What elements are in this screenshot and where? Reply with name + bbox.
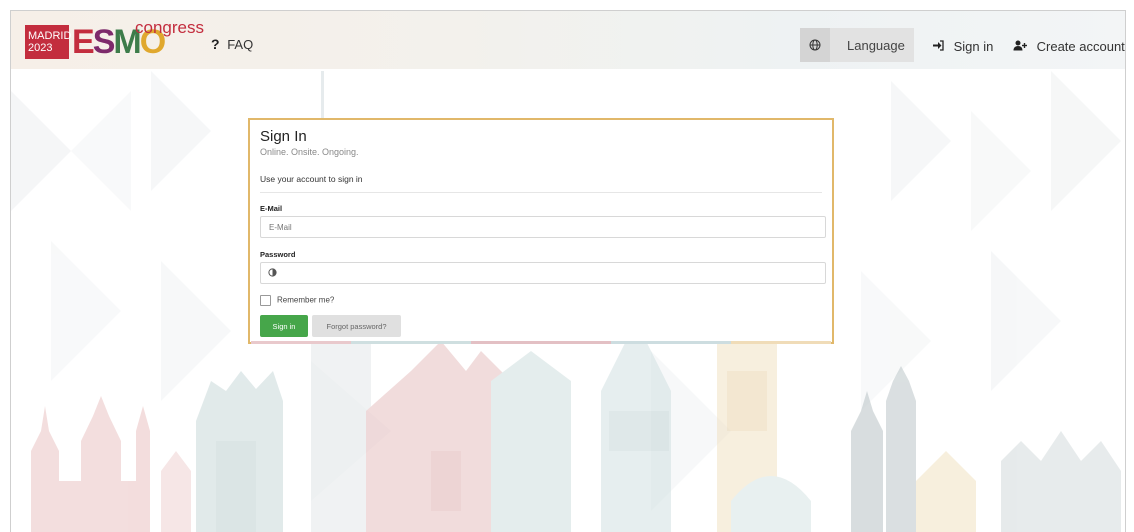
logo-letter: S (92, 23, 116, 61)
page-frame: MADRID 2023 ESMO congress ? FAQ Language (10, 10, 1126, 532)
sign-in-hint: Use your account to sign in (260, 174, 363, 184)
faq-label: FAQ (227, 37, 254, 52)
sign-in-subtitle: Online. Onsite. Ongoing. (260, 147, 359, 157)
remember-me-label: Remember me? (277, 295, 335, 305)
email-label: E-Mail (260, 204, 283, 213)
logo-city: MADRID (28, 30, 72, 42)
logo-city-badge: MADRID 2023 (25, 25, 72, 59)
logo-letter: E (72, 23, 95, 61)
sign-in-title: Sign In (260, 128, 307, 145)
divider (260, 192, 822, 193)
faq-link[interactable]: ? FAQ (211, 36, 253, 52)
email-field[interactable] (260, 216, 826, 238)
password-field[interactable] (260, 262, 826, 284)
card-accent-strip (251, 341, 831, 344)
globe-icon (800, 28, 830, 62)
user-plus-icon (1013, 40, 1027, 54)
question-mark-icon: ? (211, 36, 220, 52)
password-label: Password (260, 250, 296, 259)
forgot-password-button[interactable]: Forgot password? (312, 315, 401, 337)
esmo-congress-logo[interactable]: MADRID 2023 ESMO congress (25, 18, 205, 61)
create-account-label: Create account (1036, 39, 1125, 54)
logo-suffix: congress (135, 18, 204, 37)
sign-in-arrow-icon (932, 40, 944, 54)
header-sign-in-link[interactable]: Sign in (932, 39, 993, 54)
logo-year: 2023 (28, 42, 53, 54)
sign-in-button[interactable]: Sign in (260, 315, 308, 337)
remember-me-checkbox[interactable] (260, 295, 271, 306)
language-selector[interactable]: Language (800, 28, 914, 62)
top-navigation-bar: MADRID 2023 ESMO congress ? FAQ Language (11, 11, 1125, 69)
header-sign-in-label: Sign in (953, 39, 994, 54)
sign-in-card: Sign In Online. Onsite. Ongoing. Use you… (248, 118, 834, 344)
create-account-link[interactable]: Create account (1013, 39, 1125, 54)
language-label: Language (847, 38, 905, 53)
password-key-icon (268, 268, 277, 277)
remember-me-option[interactable]: Remember me? (260, 295, 334, 306)
